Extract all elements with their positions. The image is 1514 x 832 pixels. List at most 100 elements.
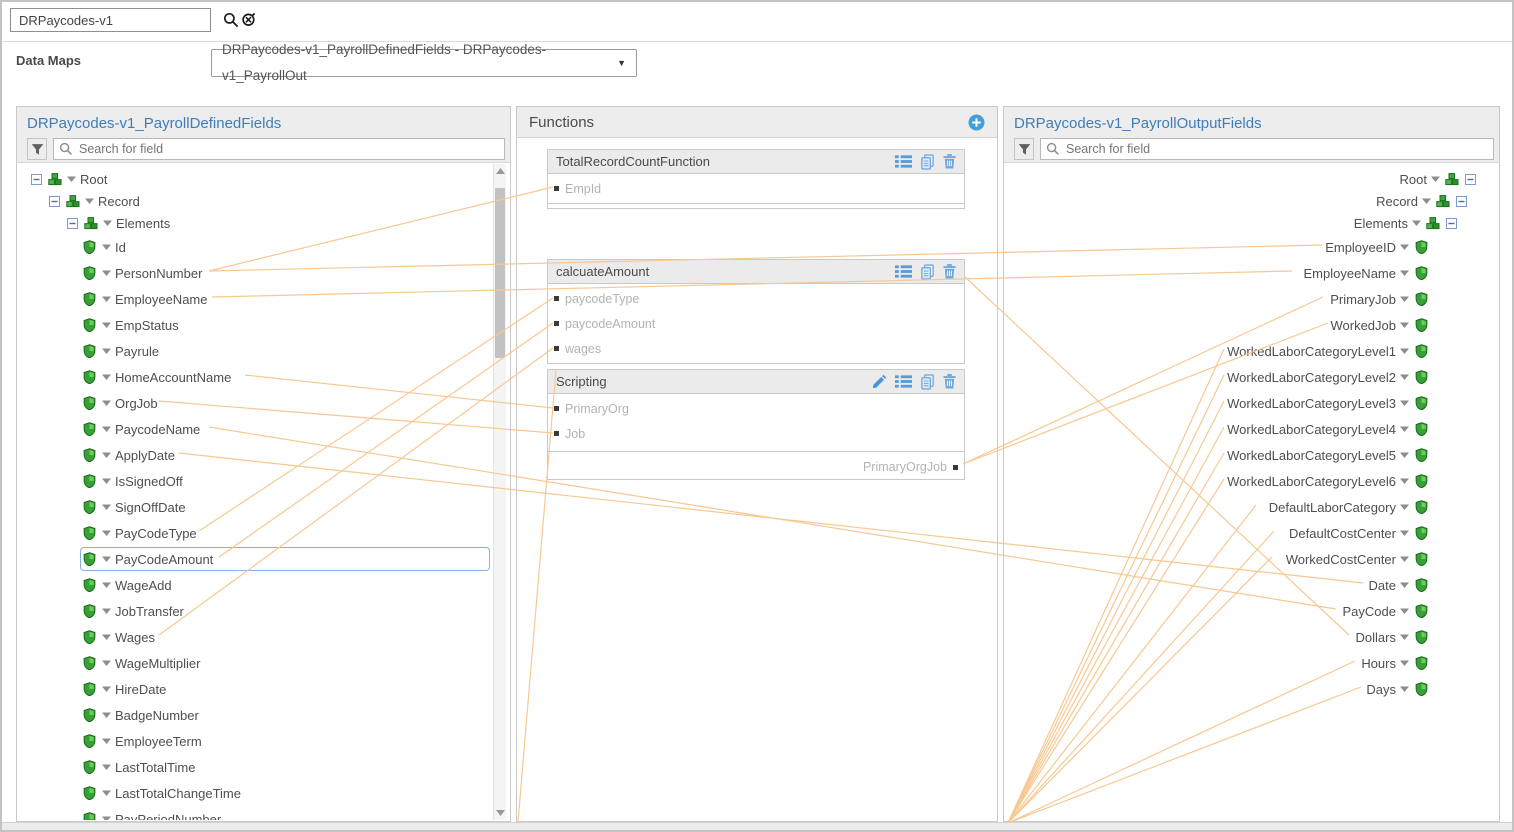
source-field-row[interactable]: JobTransfer (18, 598, 509, 624)
source-field-row[interactable]: IsSignedOff (18, 468, 509, 494)
source-field-row[interactable]: PersonNumber (18, 260, 509, 286)
source-field-row[interactable]: PaycodeName (18, 416, 509, 442)
chevron-down-icon[interactable] (1399, 503, 1410, 511)
source-field-row[interactable]: WageAdd (18, 572, 509, 598)
source-field-row[interactable]: EmpStatus (18, 312, 509, 338)
function-input-port[interactable]: Job (548, 421, 964, 446)
chevron-down-icon[interactable] (1411, 219, 1422, 227)
chevron-down-icon[interactable] (1399, 451, 1410, 459)
list-icon[interactable] (895, 265, 912, 278)
source-field-row[interactable]: Payrule (18, 338, 509, 364)
source-field-row[interactable]: LastTotalChangeTime (18, 780, 509, 806)
port-square[interactable] (554, 346, 559, 351)
chevron-down-icon[interactable] (101, 711, 112, 719)
source-field-row[interactable]: HireDate (18, 676, 509, 702)
chevron-down-icon[interactable] (1399, 581, 1410, 589)
collapse-minus-icon[interactable] (49, 196, 60, 207)
function-input-port[interactable]: PrimaryOrg (548, 396, 964, 421)
collapse-minus-icon[interactable] (1446, 218, 1457, 229)
chevron-down-icon[interactable] (1399, 321, 1410, 329)
output-field-row[interactable]: Dollars (1005, 624, 1498, 650)
tree-node-row[interactable]: Root (18, 168, 509, 190)
clear-search-icon[interactable] (241, 11, 258, 28)
data-map-select[interactable]: DRPaycodes-v1_PayrollDefinedFields - DRP… (211, 49, 637, 77)
source-field-row[interactable]: HomeAccountName (18, 364, 509, 390)
chevron-down-icon[interactable] (101, 659, 112, 667)
output-field-row[interactable]: WorkedLaborCategoryLevel5 (1005, 442, 1498, 468)
scroll-down-icon[interactable] (494, 806, 506, 820)
chevron-down-icon[interactable] (101, 685, 112, 693)
output-field-row[interactable]: WorkedLaborCategoryLevel2 (1005, 364, 1498, 390)
tree-node-row[interactable]: Root (1005, 168, 1498, 190)
output-field-row[interactable]: DefaultLaborCategory (1005, 494, 1498, 520)
chevron-down-icon[interactable] (101, 243, 112, 251)
trash-icon[interactable] (943, 264, 956, 279)
chevron-down-icon[interactable] (101, 815, 112, 820)
output-field-row[interactable]: WorkedCostCenter (1005, 546, 1498, 572)
chevron-down-icon[interactable] (1430, 175, 1441, 183)
collapse-minus-icon[interactable] (31, 174, 42, 185)
collapse-minus-icon[interactable] (1465, 174, 1476, 185)
source-field-row[interactable]: WageMultiplier (18, 650, 509, 676)
function-input-port[interactable]: wages (548, 336, 964, 361)
chevron-down-icon[interactable] (101, 373, 112, 381)
port-square[interactable] (554, 321, 559, 326)
output-field-row[interactable]: WorkedJob (1005, 312, 1498, 338)
port-square[interactable] (554, 431, 559, 436)
function-input-port[interactable]: paycodeType (548, 286, 964, 311)
pencil-icon[interactable] (872, 374, 887, 389)
tree-node-row[interactable]: Record (18, 190, 509, 212)
chevron-down-icon[interactable] (84, 197, 95, 205)
output-field-row[interactable]: WorkedLaborCategoryLevel1 (1005, 338, 1498, 364)
filter-funnel-icon[interactable] (1014, 138, 1034, 160)
tree-node-row[interactable]: Elements (18, 212, 509, 234)
chevron-down-icon[interactable] (101, 555, 112, 563)
source-field-row[interactable]: BadgeNumber (18, 702, 509, 728)
output-field-search-input[interactable] (1040, 138, 1494, 160)
copy-icon[interactable] (920, 374, 935, 390)
chevron-down-icon[interactable] (66, 175, 77, 183)
chevron-down-icon[interactable] (101, 425, 112, 433)
chevron-down-icon[interactable] (1399, 425, 1410, 433)
source-field-row[interactable]: PayCodeType (18, 520, 509, 546)
collapse-minus-icon[interactable] (67, 218, 78, 229)
chevron-down-icon[interactable] (1399, 555, 1410, 563)
port-square[interactable] (554, 406, 559, 411)
scrollbar-thumb[interactable] (495, 188, 505, 358)
output-field-row[interactable]: EmployeeID (1005, 234, 1498, 260)
chevron-down-icon[interactable] (1399, 243, 1410, 251)
function-box-scripting[interactable]: Scripting PrimaryOrg Job (547, 369, 965, 480)
source-field-row[interactable]: EmployeeName (18, 286, 509, 312)
add-function-button[interactable] (968, 114, 985, 131)
function-box-calcuateamount[interactable]: calcuateAmount paycodeType paycodeAmount (547, 259, 965, 364)
output-field-row[interactable]: Hours (1005, 650, 1498, 676)
chevron-down-icon[interactable] (1399, 477, 1410, 485)
map-search-input[interactable] (10, 8, 211, 32)
chevron-down-icon[interactable] (1399, 347, 1410, 355)
source-field-row[interactable]: PayCodeAmount (18, 546, 509, 572)
chevron-down-icon[interactable] (101, 737, 112, 745)
copy-icon[interactable] (920, 264, 935, 280)
source-field-row[interactable]: OrgJob (18, 390, 509, 416)
chevron-down-icon[interactable] (1399, 659, 1410, 667)
source-field-row[interactable]: EmployeeTerm (18, 728, 509, 754)
chevron-down-icon[interactable] (101, 451, 112, 459)
function-box-totalrecordcount[interactable]: TotalRecordCountFunction EmpId (547, 149, 965, 209)
chevron-down-icon[interactable] (101, 581, 112, 589)
list-icon[interactable] (895, 155, 912, 168)
port-square[interactable] (953, 465, 958, 470)
chevron-down-icon[interactable] (101, 269, 112, 277)
output-field-row[interactable]: WorkedLaborCategoryLevel4 (1005, 416, 1498, 442)
function-input-port[interactable]: paycodeAmount (548, 311, 964, 336)
chevron-down-icon[interactable] (1399, 685, 1410, 693)
chevron-down-icon[interactable] (101, 477, 112, 485)
chevron-down-icon[interactable] (1399, 399, 1410, 407)
scroll-up-icon[interactable] (494, 164, 506, 178)
function-input-port[interactable]: EmpId (548, 176, 964, 201)
chevron-down-icon[interactable] (1399, 607, 1410, 615)
output-field-row[interactable]: PayCode (1005, 598, 1498, 624)
chevron-down-icon[interactable] (101, 321, 112, 329)
port-square[interactable] (554, 296, 559, 301)
trash-icon[interactable] (943, 154, 956, 169)
chevron-down-icon[interactable] (1399, 295, 1410, 303)
